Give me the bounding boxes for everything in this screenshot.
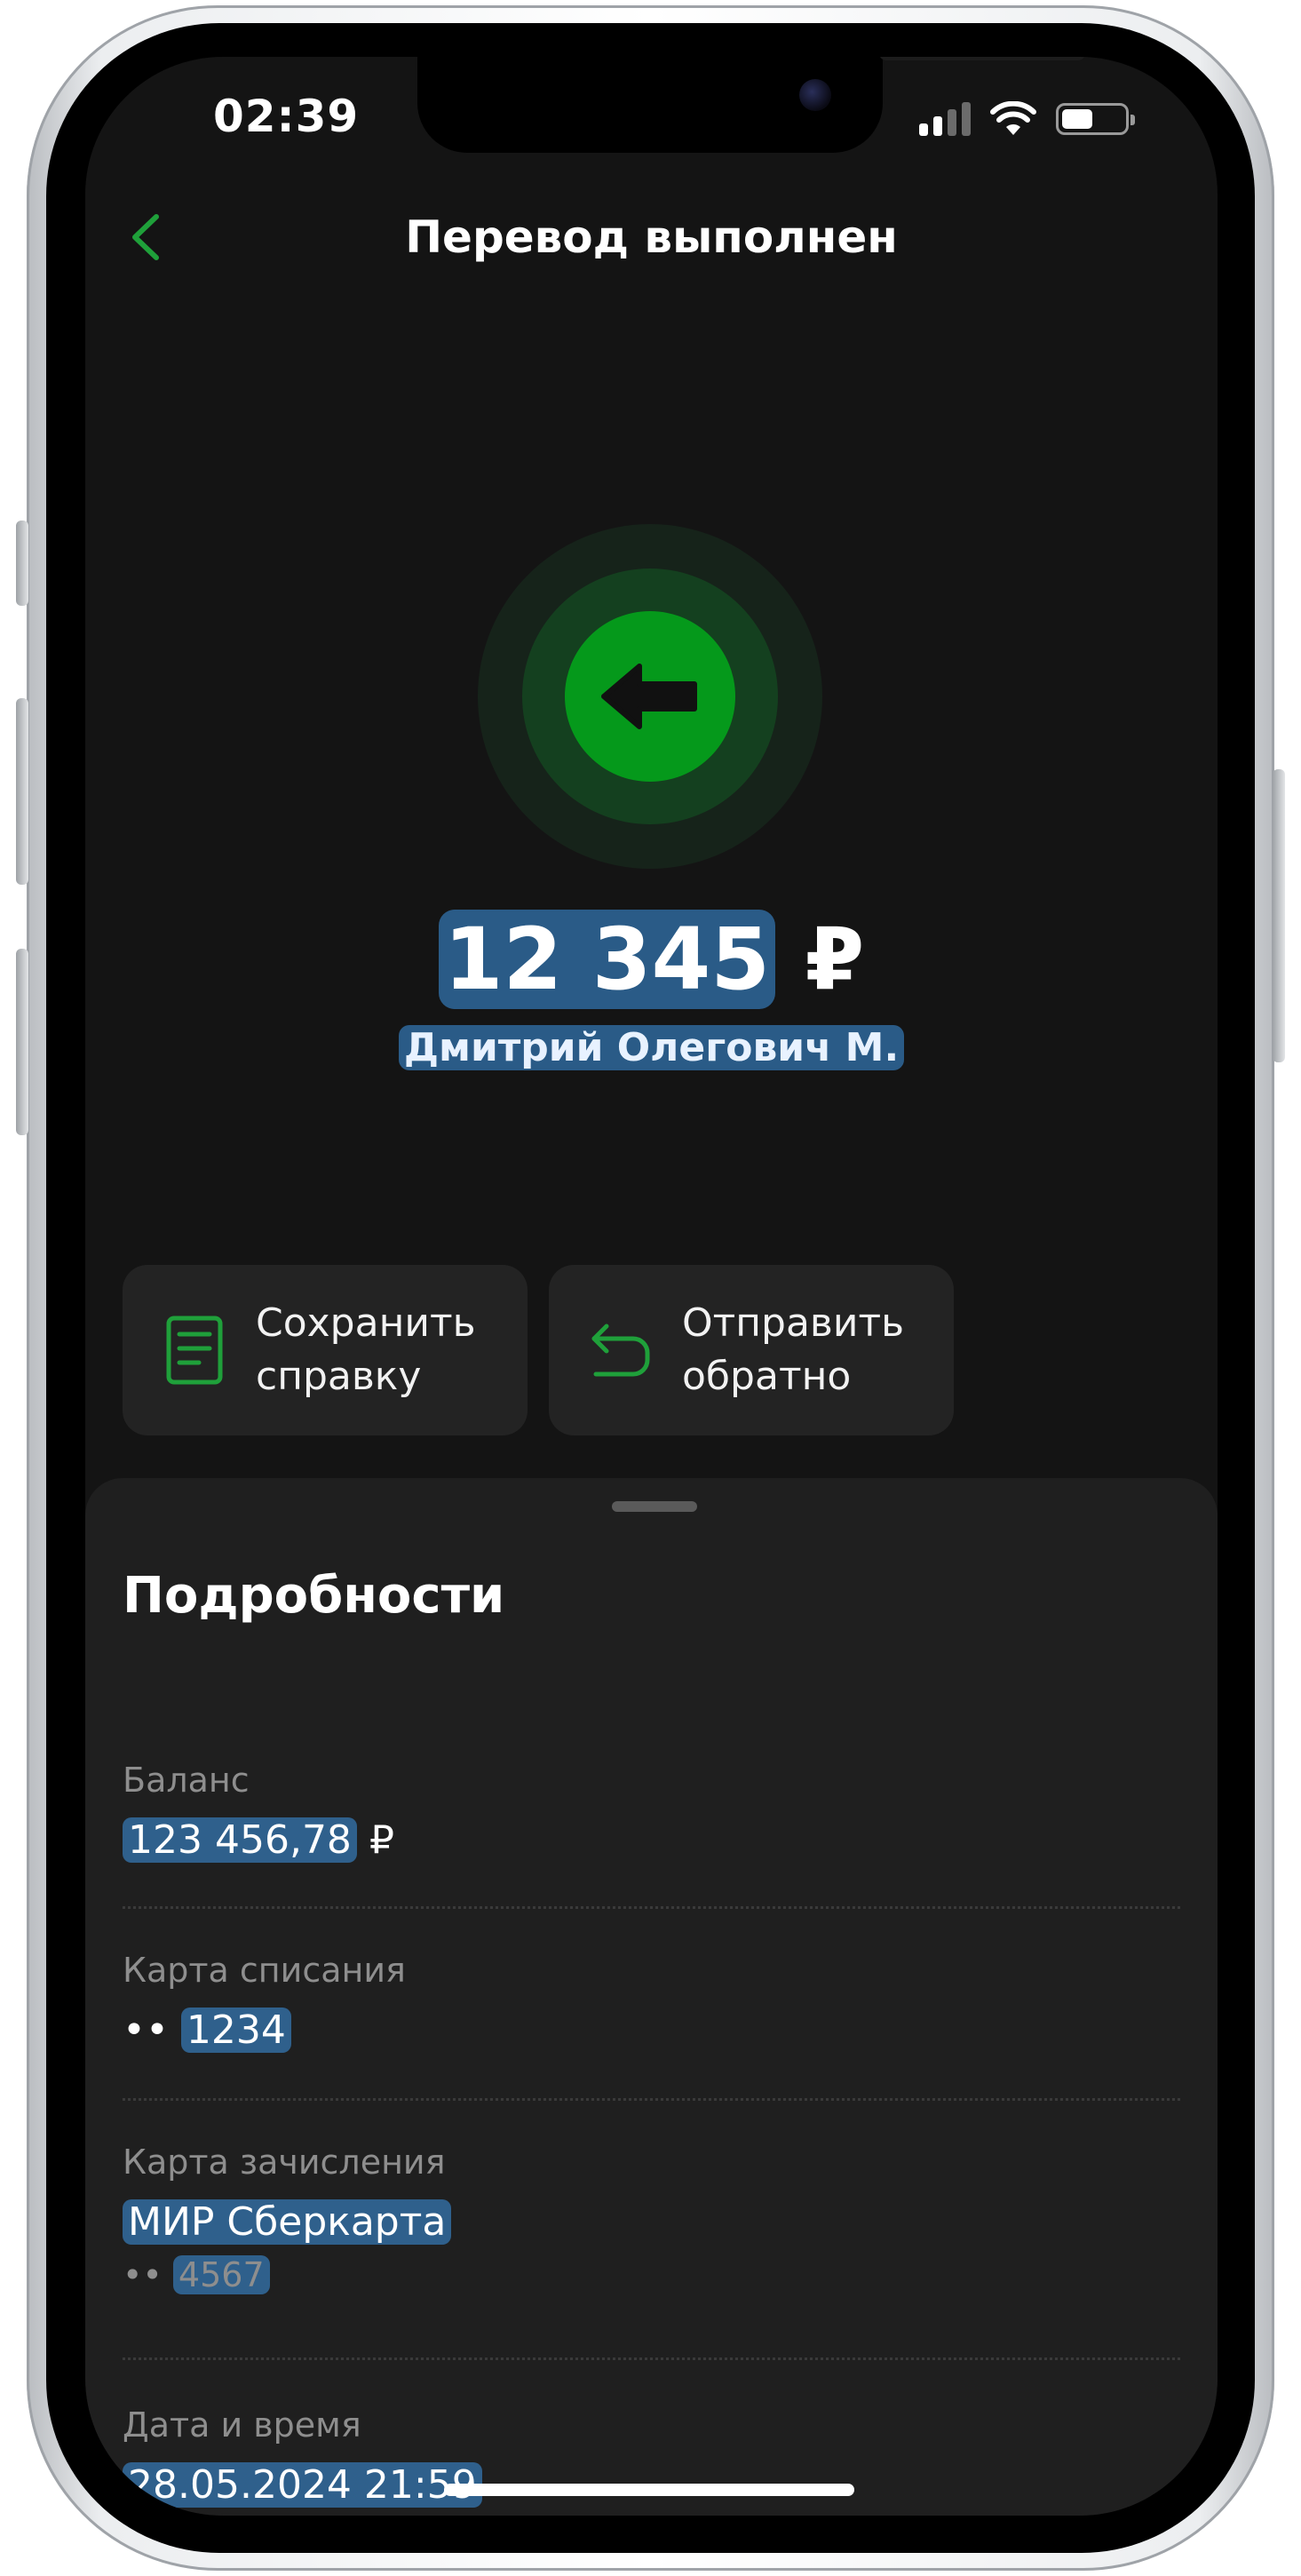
volume-up-button [16,698,28,885]
status-icons [919,101,1135,137]
front-camera [799,79,831,111]
power-button [1273,769,1285,1062]
home-indicator[interactable] [444,2484,854,2496]
amount-value: 12 345 [438,910,776,1009]
balance-label: Баланс [123,1761,250,1800]
detail-debit-card: Карта списания •• 1234 [123,1951,1180,2053]
balance-value: 123 456,78 ₽ [123,1817,1180,1863]
debit-card-number: 1234 [180,2008,291,2053]
volume-down-button [16,949,28,1135]
credit-card-sub: •• 4567 [123,2255,1180,2294]
divider [123,1906,1180,1909]
credit-card-label: Карта зачисления [123,2143,446,2182]
datetime-label: Дата и время [123,2405,361,2445]
divider [123,2357,1180,2360]
send-back-button[interactable]: Отправить обратно [549,1265,954,1435]
debit-card-value: •• 1234 [123,2008,1180,2053]
detail-balance: Баланс 123 456,78 ₽ [123,1761,1180,1863]
silent-switch [16,521,28,606]
details-title: Подробности [123,1567,505,1625]
divider [123,2098,1180,2101]
debit-card-label: Карта списания [123,1951,406,1990]
save-receipt-label: Сохранить справку [256,1300,476,1399]
page-title: Перевод выполнен [405,211,898,263]
document-icon [166,1316,223,1385]
battery-icon [1056,103,1135,135]
dynamic-notch [417,57,1085,153]
speaker [879,57,1085,60]
datetime-text: 28.05.2024 21:59 [123,2462,482,2508]
credit-card-dots: •• [123,2255,163,2294]
balance-amount: 123 456,78 [123,1817,357,1863]
sheet-grabber[interactable] [612,1501,697,1512]
balance-currency: ₽ [369,1817,394,1863]
credit-card-name: МИР Сберкарта [123,2199,452,2245]
cellular-signal-icon [919,102,971,136]
details-sheet: Подробности Баланс 123 456,78 ₽ Карта сп… [85,1478,1218,2516]
credit-card-number: 4567 [172,2255,270,2294]
save-receipt-button[interactable]: Сохранить справку [123,1265,528,1435]
screen: 02:39 Перевод выполнен 12 345 ₽ Дмитрий … [85,57,1218,2516]
amount-currency: ₽ [805,910,865,1009]
recipient-name: Дмитрий Олегович М. [85,1025,1218,1070]
transfer-status-badge [565,611,735,782]
return-arrow-icon [591,1324,650,1377]
recipient-name-text: Дмитрий Олегович М. [398,1025,905,1070]
transfer-amount: 12 345 ₽ [85,910,1218,1009]
status-time: 02:39 [213,91,360,142]
detail-credit-card: Карта зачисления МИР Сберкарта •• 4567 [123,2143,1180,2294]
send-back-label: Отправить обратно [682,1300,905,1399]
wifi-icon [990,101,1036,135]
arrow-left-icon [601,664,697,729]
debit-card-dots: •• [123,2008,169,2053]
credit-card-value: МИР Сберкарта [123,2199,1180,2245]
